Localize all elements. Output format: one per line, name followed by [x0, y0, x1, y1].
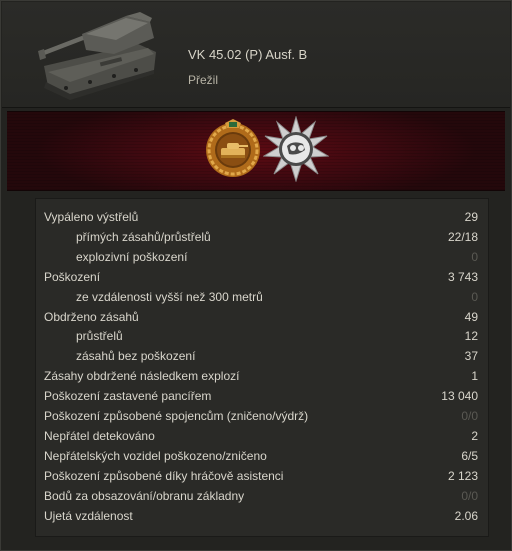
stat-label: Ujetá vzdálenost: [44, 508, 133, 523]
stat-row: průstřelů 12: [36, 326, 488, 346]
stat-value: 1: [471, 369, 478, 384]
stat-row: Bodů za obsazování/obranu základny 0/0: [36, 486, 488, 506]
stat-row: Zásahy obdržené následkem explozí 1: [36, 366, 488, 386]
stat-label: explozivní poškození: [76, 249, 188, 264]
stat-value: 37: [464, 349, 478, 364]
stat-label: Vypáleno výstřelů: [44, 210, 139, 224]
stat-row: Obdrženo zásahů 49: [36, 307, 488, 327]
stat-label: Obdrženo zásahů: [44, 309, 139, 324]
vehicle-header: VK 45.02 (P) Ausf. B Přežil: [2, 2, 510, 108]
stat-row: přímých zásahů/průstřelů 22/18: [36, 227, 488, 247]
battle-stats-list: Vypáleno výstřelů 29 přímých zásahů/průstř…: [35, 198, 489, 537]
stat-value: 13 040: [441, 389, 478, 404]
stat-value: 6/5: [461, 448, 478, 463]
stat-value: 2 123: [447, 468, 478, 483]
stat-label: Bodů za obsazování/obranu základny: [44, 488, 245, 503]
stat-row: Vypáleno výstřelů 29: [36, 207, 488, 227]
stat-value: 0/0: [461, 488, 478, 503]
stat-label: přímých zásahů/průstřelů: [76, 229, 211, 244]
stat-value: 12: [464, 329, 478, 344]
stat-value: 0: [471, 249, 478, 264]
stat-value: 3 743: [447, 269, 478, 284]
stat-row: zásahů bez poškození 37: [36, 346, 488, 366]
stat-value: 0: [471, 289, 478, 304]
stat-value: 49: [464, 309, 478, 324]
stat-row: Nepřátel detekováno 2: [36, 426, 488, 446]
stat-value: 2.06: [454, 508, 478, 523]
stat-label: Poškození způsobené spojencům (zničeno/v…: [44, 409, 309, 423]
stat-label: Poškození zastavené pancířem: [44, 389, 212, 404]
vehicle-results-panel: VK 45.02 (P) Ausf. B Přežil Vypáleno výs…: [0, 0, 512, 551]
stat-row: ze vzdálenosti vyšší než 300 metrů 0: [36, 287, 488, 307]
stat-label: ze vzdálenosti vyšší než 300 metrů: [76, 289, 263, 304]
stat-label: Nepřátel detekováno: [44, 428, 155, 443]
stat-row: Poškození 3 743: [36, 267, 488, 287]
vehicle-name: VK 45.02 (P) Ausf. B: [188, 47, 308, 62]
stat-row: Ujetá vzdálenost 2.06: [36, 506, 488, 526]
stat-row: Poškození zastavené pancířem 13 040: [36, 386, 488, 406]
stat-label: Poškození způsobené díky hráčově asisten…: [44, 468, 284, 483]
stat-value: 29: [464, 210, 478, 224]
medals-band: [7, 111, 505, 191]
stat-row: Nepřátelských vozidel poškozeno/zničeno 6…: [36, 446, 488, 466]
stat-label: Poškození: [44, 269, 101, 284]
stat-value: 22/18: [447, 229, 478, 244]
stat-value: 2: [471, 428, 478, 443]
stat-label: Nepřátelských vozidel poškozeno/zničeno: [44, 448, 267, 463]
stat-value: 0/0: [461, 409, 478, 423]
tank-badge-medal-icon[interactable]: [203, 118, 263, 180]
stat-row: Poškození způsobené spojencům (zničeno/v…: [36, 406, 488, 426]
stat-row: explozivní poškození 0: [36, 247, 488, 267]
tank-icon: [38, 12, 156, 100]
vehicle-status: Přežil: [188, 73, 219, 87]
stat-label: průstřelů: [76, 329, 123, 344]
stat-label: Zásahy obdržené následkem explozí: [44, 369, 240, 384]
sniper-star-medal-icon[interactable]: [263, 116, 329, 182]
stat-label: zásahů bez poškození: [76, 349, 196, 364]
stat-row: Poškození způsobené díky hráčově asisten…: [36, 466, 488, 486]
